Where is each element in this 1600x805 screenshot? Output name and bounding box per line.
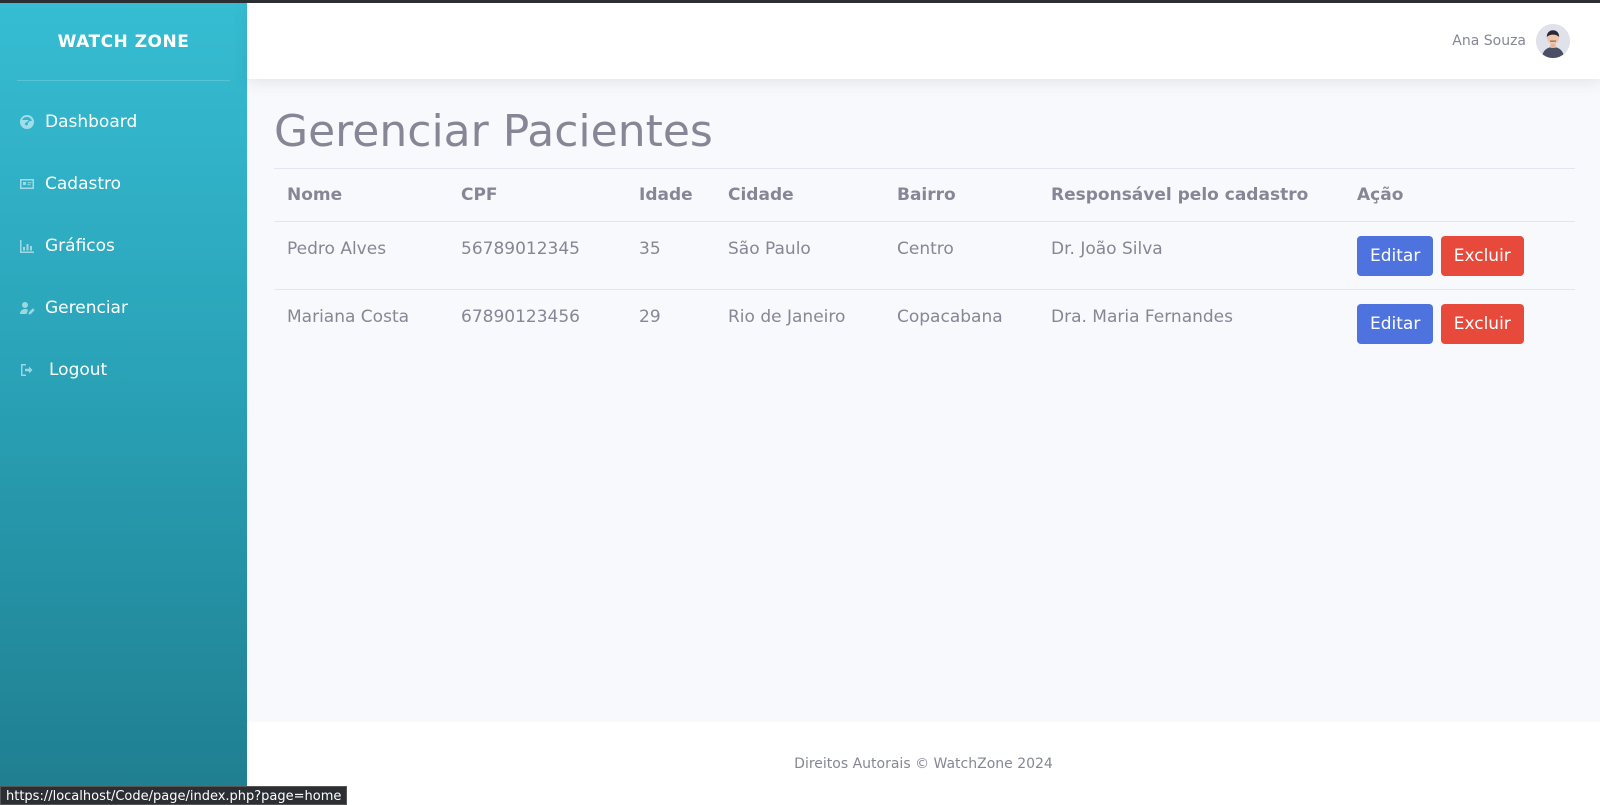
sidebar: WATCH ZONE Dashboard Cadastro Gráficos G… <box>0 3 247 805</box>
sidebar-item-label: Gráficos <box>45 236 115 256</box>
table-row: Mariana Costa 67890123456 29 Rio de Jane… <box>274 289 1575 358</box>
id-card-icon <box>18 175 36 193</box>
sidebar-item-cadastro[interactable]: Cadastro <box>0 153 247 215</box>
cell-acao: Editar Excluir <box>1344 221 1575 290</box>
topbar: Ana Souza <box>247 3 1600 79</box>
sign-out-icon <box>18 361 36 379</box>
column-header-bairro: Bairro <box>884 168 1038 222</box>
sidebar-item-label: Cadastro <box>45 174 122 194</box>
edit-button[interactable]: Editar <box>1357 236 1434 276</box>
brand-logo[interactable]: WATCH ZONE <box>0 3 247 80</box>
page-title: Gerenciar Pacientes <box>274 106 713 157</box>
window-top-border <box>0 0 1600 3</box>
column-header-nome: Nome <box>274 168 448 222</box>
cell-bairro: Copacabana <box>884 289 1038 358</box>
main-content: Gerenciar Pacientes Nome CPF Idade Cidad… <box>274 102 1575 358</box>
sidebar-nav: Dashboard Cadastro Gráficos Gerenciar Lo… <box>0 81 247 401</box>
cell-bairro: Centro <box>884 221 1038 290</box>
column-header-idade: Idade <box>626 168 715 222</box>
cell-cpf: 67890123456 <box>448 289 626 358</box>
sidebar-item-dashboard[interactable]: Dashboard <box>0 91 247 153</box>
user-name[interactable]: Ana Souza <box>1452 33 1526 49</box>
column-header-responsavel: Responsável pelo cadastro <box>1038 168 1344 222</box>
column-header-cpf: CPF <box>448 168 626 222</box>
patients-table: Nome CPF Idade Cidade Bairro Responsável… <box>274 168 1575 358</box>
footer: Direitos Autorais © WatchZone 2024 <box>247 722 1600 805</box>
dashboard-icon <box>18 113 36 131</box>
table-row: Pedro Alves 56789012345 35 São Paulo Cen… <box>274 221 1575 290</box>
cell-acao: Editar Excluir <box>1344 289 1575 358</box>
avatar[interactable] <box>1536 24 1570 58</box>
cell-responsavel: Dra. Maria Fernandes <box>1038 289 1344 358</box>
cell-idade: 35 <box>626 221 715 290</box>
sidebar-item-label: Gerenciar <box>45 298 128 318</box>
delete-button[interactable]: Excluir <box>1440 236 1524 276</box>
cell-nome: Mariana Costa <box>274 289 448 358</box>
cell-nome: Pedro Alves <box>274 221 448 290</box>
sidebar-item-logout[interactable]: Logout <box>0 339 247 401</box>
browser-status-url: https://localhost/Code/page/index.php?pa… <box>0 786 348 805</box>
table-header-row: Nome CPF Idade Cidade Bairro Responsável… <box>274 168 1575 222</box>
cell-cidade: Rio de Janeiro <box>715 289 884 358</box>
sidebar-item-gerenciar[interactable]: Gerenciar <box>0 277 247 339</box>
sidebar-item-graficos[interactable]: Gráficos <box>0 215 247 277</box>
chart-icon <box>18 237 36 255</box>
cell-responsavel: Dr. João Silva <box>1038 221 1344 290</box>
cell-cidade: São Paulo <box>715 221 884 290</box>
edit-button[interactable]: Editar <box>1357 304 1434 344</box>
sidebar-item-label: Logout <box>49 360 108 380</box>
user-edit-icon <box>18 299 36 317</box>
user-avatar-icon <box>1536 24 1570 58</box>
sidebar-item-label: Dashboard <box>45 112 138 132</box>
column-header-acao: Ação <box>1344 168 1575 222</box>
cell-cpf: 56789012345 <box>448 221 626 290</box>
column-header-cidade: Cidade <box>715 168 884 222</box>
cell-idade: 29 <box>626 289 715 358</box>
delete-button[interactable]: Excluir <box>1440 304 1524 344</box>
copyright-text: Direitos Autorais © WatchZone 2024 <box>794 755 1053 772</box>
